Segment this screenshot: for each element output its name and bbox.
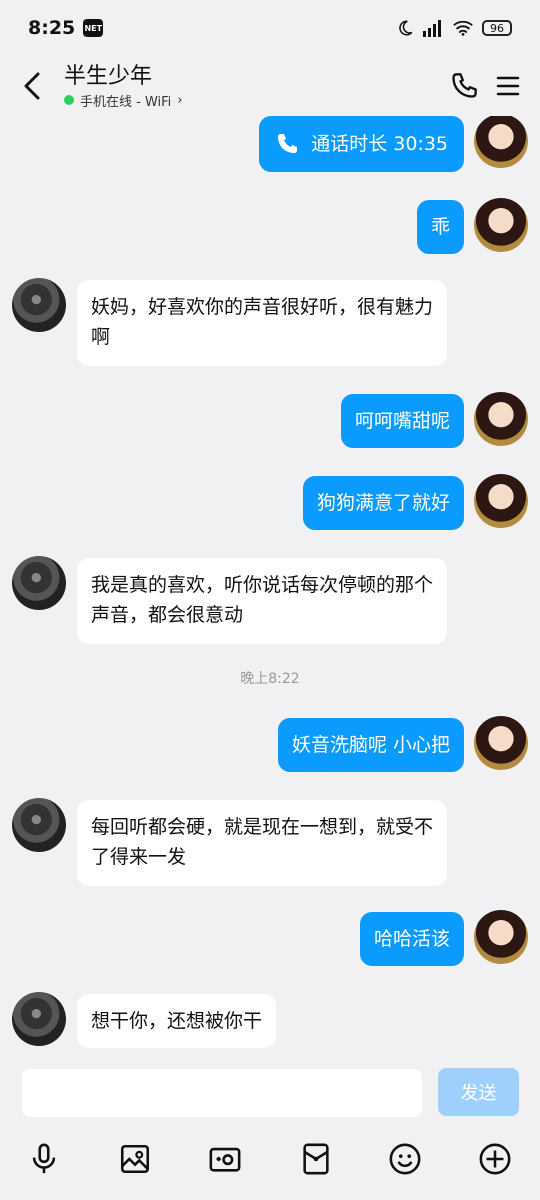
contact-avatar[interactable] bbox=[12, 992, 66, 1046]
header-actions bbox=[450, 72, 520, 100]
contact-avatar[interactable] bbox=[12, 556, 66, 610]
message-bubble[interactable]: 乖 bbox=[416, 200, 464, 254]
message-bubble[interactable]: 想干你，还想被你干 bbox=[77, 994, 277, 1048]
microphone-icon[interactable] bbox=[25, 1140, 63, 1178]
camera-icon[interactable] bbox=[206, 1140, 244, 1178]
message-bubble[interactable]: 妖妈，好喜欢你的声音很好听，很有魅力啊 bbox=[77, 280, 447, 366]
message-bubble[interactable]: 妖音洗脑呢 小心把 bbox=[277, 718, 464, 772]
status-left: 8:25 NET bbox=[28, 17, 104, 39]
composer-toolbar bbox=[0, 1130, 540, 1194]
net-badge: NET bbox=[83, 19, 104, 37]
emoji-icon[interactable] bbox=[386, 1140, 424, 1178]
send-button[interactable]: 发送 bbox=[438, 1068, 519, 1116]
my-avatar[interactable] bbox=[474, 116, 528, 168]
online-dot bbox=[64, 95, 74, 105]
message-bubble[interactable]: 我是真的喜欢，听你说话每次停顿的那个声音，都会很意动 bbox=[77, 558, 447, 644]
back-arrow-icon bbox=[24, 72, 40, 100]
contact-avatar[interactable] bbox=[12, 278, 66, 332]
phone-icon bbox=[278, 134, 298, 153]
contact-name: 半生少年 bbox=[64, 63, 153, 89]
signal-icon bbox=[423, 20, 441, 37]
clock: 8:25 bbox=[28, 17, 76, 39]
online-status[interactable]: 手机在线 - WiFi › bbox=[64, 91, 182, 110]
message-input[interactable] bbox=[22, 1069, 422, 1117]
status-bar: 8:25 NET 96 bbox=[0, 0, 540, 56]
online-status-text: 手机在线 - WiFi bbox=[80, 94, 172, 110]
menu-icon[interactable] bbox=[496, 75, 520, 97]
call-duration-bubble[interactable]: 通话时长 30:35 bbox=[259, 116, 464, 172]
my-avatar[interactable] bbox=[474, 198, 528, 252]
chevron-right-icon: › bbox=[177, 92, 183, 108]
message-bubble[interactable]: 哈哈活该 bbox=[359, 912, 464, 966]
battery-indicator: 96 bbox=[482, 20, 512, 36]
phone-call-icon[interactable] bbox=[450, 72, 478, 100]
message-bubble[interactable]: 呵呵嘴甜呢 bbox=[340, 394, 464, 448]
my-avatar[interactable] bbox=[474, 392, 528, 446]
call-duration-text: 通话时长 30:35 bbox=[311, 133, 448, 155]
contact-info[interactable]: 半生少年 手机在线 - WiFi › bbox=[64, 63, 182, 110]
composer: 发送 bbox=[0, 1060, 540, 1200]
my-avatar[interactable] bbox=[474, 910, 528, 964]
red-packet-icon[interactable] bbox=[297, 1140, 335, 1178]
contact-avatar[interactable] bbox=[12, 798, 66, 852]
plus-icon[interactable] bbox=[476, 1140, 514, 1178]
status-right: 96 bbox=[396, 19, 512, 37]
moon-icon bbox=[399, 20, 413, 36]
wifi-icon bbox=[453, 20, 473, 36]
message-bubble[interactable]: 每回听都会硬，就是现在一想到，就受不了得来一发 bbox=[77, 800, 447, 886]
back-button[interactable] bbox=[20, 70, 44, 102]
image-icon[interactable] bbox=[116, 1140, 154, 1178]
my-avatar[interactable] bbox=[474, 716, 528, 770]
timestamp: 晚上8:22 bbox=[240, 671, 300, 687]
message-bubble[interactable]: 狗狗满意了就好 bbox=[302, 476, 464, 530]
message-list[interactable]: 通话时长 30:35 乖 妖妈，好喜欢你的声音很好听，很有魅力啊 呵呵嘴甜呢 狗… bbox=[0, 116, 540, 1060]
my-avatar[interactable] bbox=[474, 474, 528, 528]
chat-header: 半生少年 手机在线 - WiFi › bbox=[0, 56, 540, 116]
